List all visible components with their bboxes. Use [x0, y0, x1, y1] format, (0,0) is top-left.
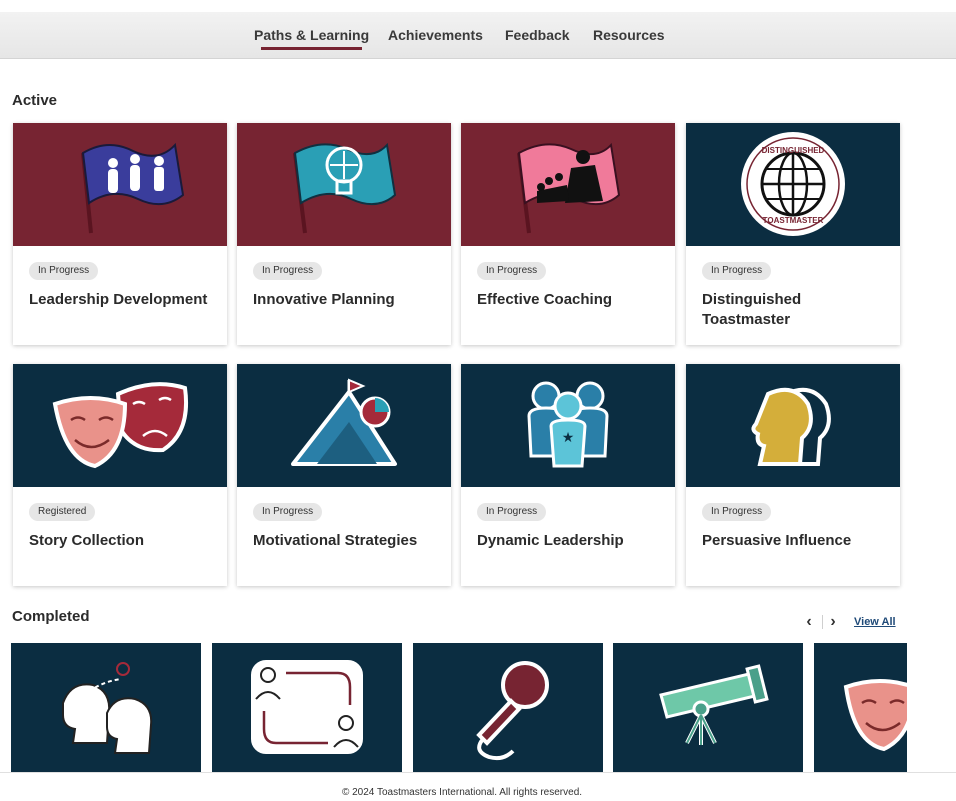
completed-card[interactable]: [613, 643, 803, 773]
completed-carousel: [0, 643, 907, 773]
status-badge: In Progress: [253, 503, 323, 521]
status-badge: In Progress: [702, 262, 772, 280]
two-heads-icon: [751, 387, 831, 466]
footer-copyright: © 2024 Toastmasters International. All r…: [341, 787, 583, 798]
theater-masks-icon: [52, 382, 188, 469]
path-card-image: [237, 123, 451, 246]
people-star-icon: ★: [527, 381, 609, 468]
active-section-title: Active: [12, 92, 58, 109]
path-card-title: Story Collection: [29, 532, 145, 549]
completed-card[interactable]: [212, 643, 402, 773]
path-card-story-collection[interactable]: Registered Story Collection: [13, 364, 227, 586]
microphone-icon: [476, 661, 549, 761]
carousel-next-button[interactable]: ›: [826, 613, 840, 631]
completed-card[interactable]: [814, 643, 907, 773]
status-badge: Registered: [29, 503, 96, 521]
telescope-icon: [659, 664, 769, 745]
path-card-image: [686, 364, 900, 487]
tab-achievements[interactable]: Achievements: [388, 27, 483, 43]
path-card-distinguished-toastmaster[interactable]: DISTINGUISHED TOASTMASTER In Progress Di…: [686, 123, 900, 345]
path-card-image: [13, 123, 227, 246]
path-card-image: DISTINGUISHED TOASTMASTER: [686, 123, 900, 246]
path-card-motivational-strategies[interactable]: In Progress Motivational Strategies: [237, 364, 451, 586]
two-heads-location-icon: [62, 662, 153, 754]
path-card-image: [13, 364, 227, 487]
status-badge: In Progress: [253, 262, 323, 280]
exchange-people-icon: [251, 660, 363, 754]
svg-text:★: ★: [562, 430, 575, 446]
path-card-image: [461, 123, 675, 246]
path-card-dynamic-leadership[interactable]: ★ In Progress Dynamic Leadership: [461, 364, 675, 586]
path-card-image: [237, 364, 451, 487]
flag-speaker-icon: [517, 142, 621, 234]
path-card-title: Effective Coaching: [477, 291, 613, 308]
path-card-leadership-development[interactable]: In Progress Leadership Development: [13, 123, 227, 345]
completed-card[interactable]: [11, 643, 201, 773]
theater-mask-icon: [843, 679, 907, 752]
status-badge: In Progress: [477, 503, 547, 521]
seal-text-bottom: TOASTMASTER: [763, 216, 824, 225]
carousel-arrow-divider: [822, 615, 823, 629]
flag-team-icon: [81, 142, 185, 234]
status-badge: In Progress: [29, 262, 99, 280]
path-card-title: Persuasive Influence: [702, 532, 852, 549]
top-navigation: Paths & Learning Achievements Feedback R…: [0, 12, 956, 59]
path-card-title: Dynamic Leadership: [477, 532, 624, 549]
carousel-prev-button[interactable]: ‹: [802, 613, 816, 631]
page-footer: © 2024 Toastmasters International. All r…: [0, 772, 956, 801]
mountain-flag-icon: [291, 378, 397, 466]
view-all-link[interactable]: View All: [854, 616, 896, 628]
path-card-title: Innovative Planning: [253, 291, 395, 308]
tab-feedback[interactable]: Feedback: [505, 27, 570, 43]
path-card-title: Leadership Development: [29, 291, 208, 308]
completed-section-title: Completed: [12, 608, 90, 625]
seal-text-top: DISTINGUISHED: [762, 146, 825, 155]
path-card-image: ★: [461, 364, 675, 487]
completed-card[interactable]: [413, 643, 603, 773]
status-badge: In Progress: [702, 503, 772, 521]
path-card-title: Distinguished Toastmaster: [702, 291, 802, 328]
path-card-innovative-planning[interactable]: In Progress Innovative Planning: [237, 123, 451, 345]
status-badge: In Progress: [477, 262, 547, 280]
path-card-persuasive-influence[interactable]: In Progress Persuasive Influence: [686, 364, 900, 586]
path-card-effective-coaching[interactable]: In Progress Effective Coaching: [461, 123, 675, 345]
path-card-title: Motivational Strategies: [253, 532, 418, 549]
flag-lightbulb-icon: [293, 142, 397, 234]
globe-seal-icon: DISTINGUISHED TOASTMASTER: [741, 132, 845, 236]
tab-resources[interactable]: Resources: [593, 27, 665, 43]
tab-paths-learning[interactable]: Paths & Learning: [254, 27, 369, 50]
